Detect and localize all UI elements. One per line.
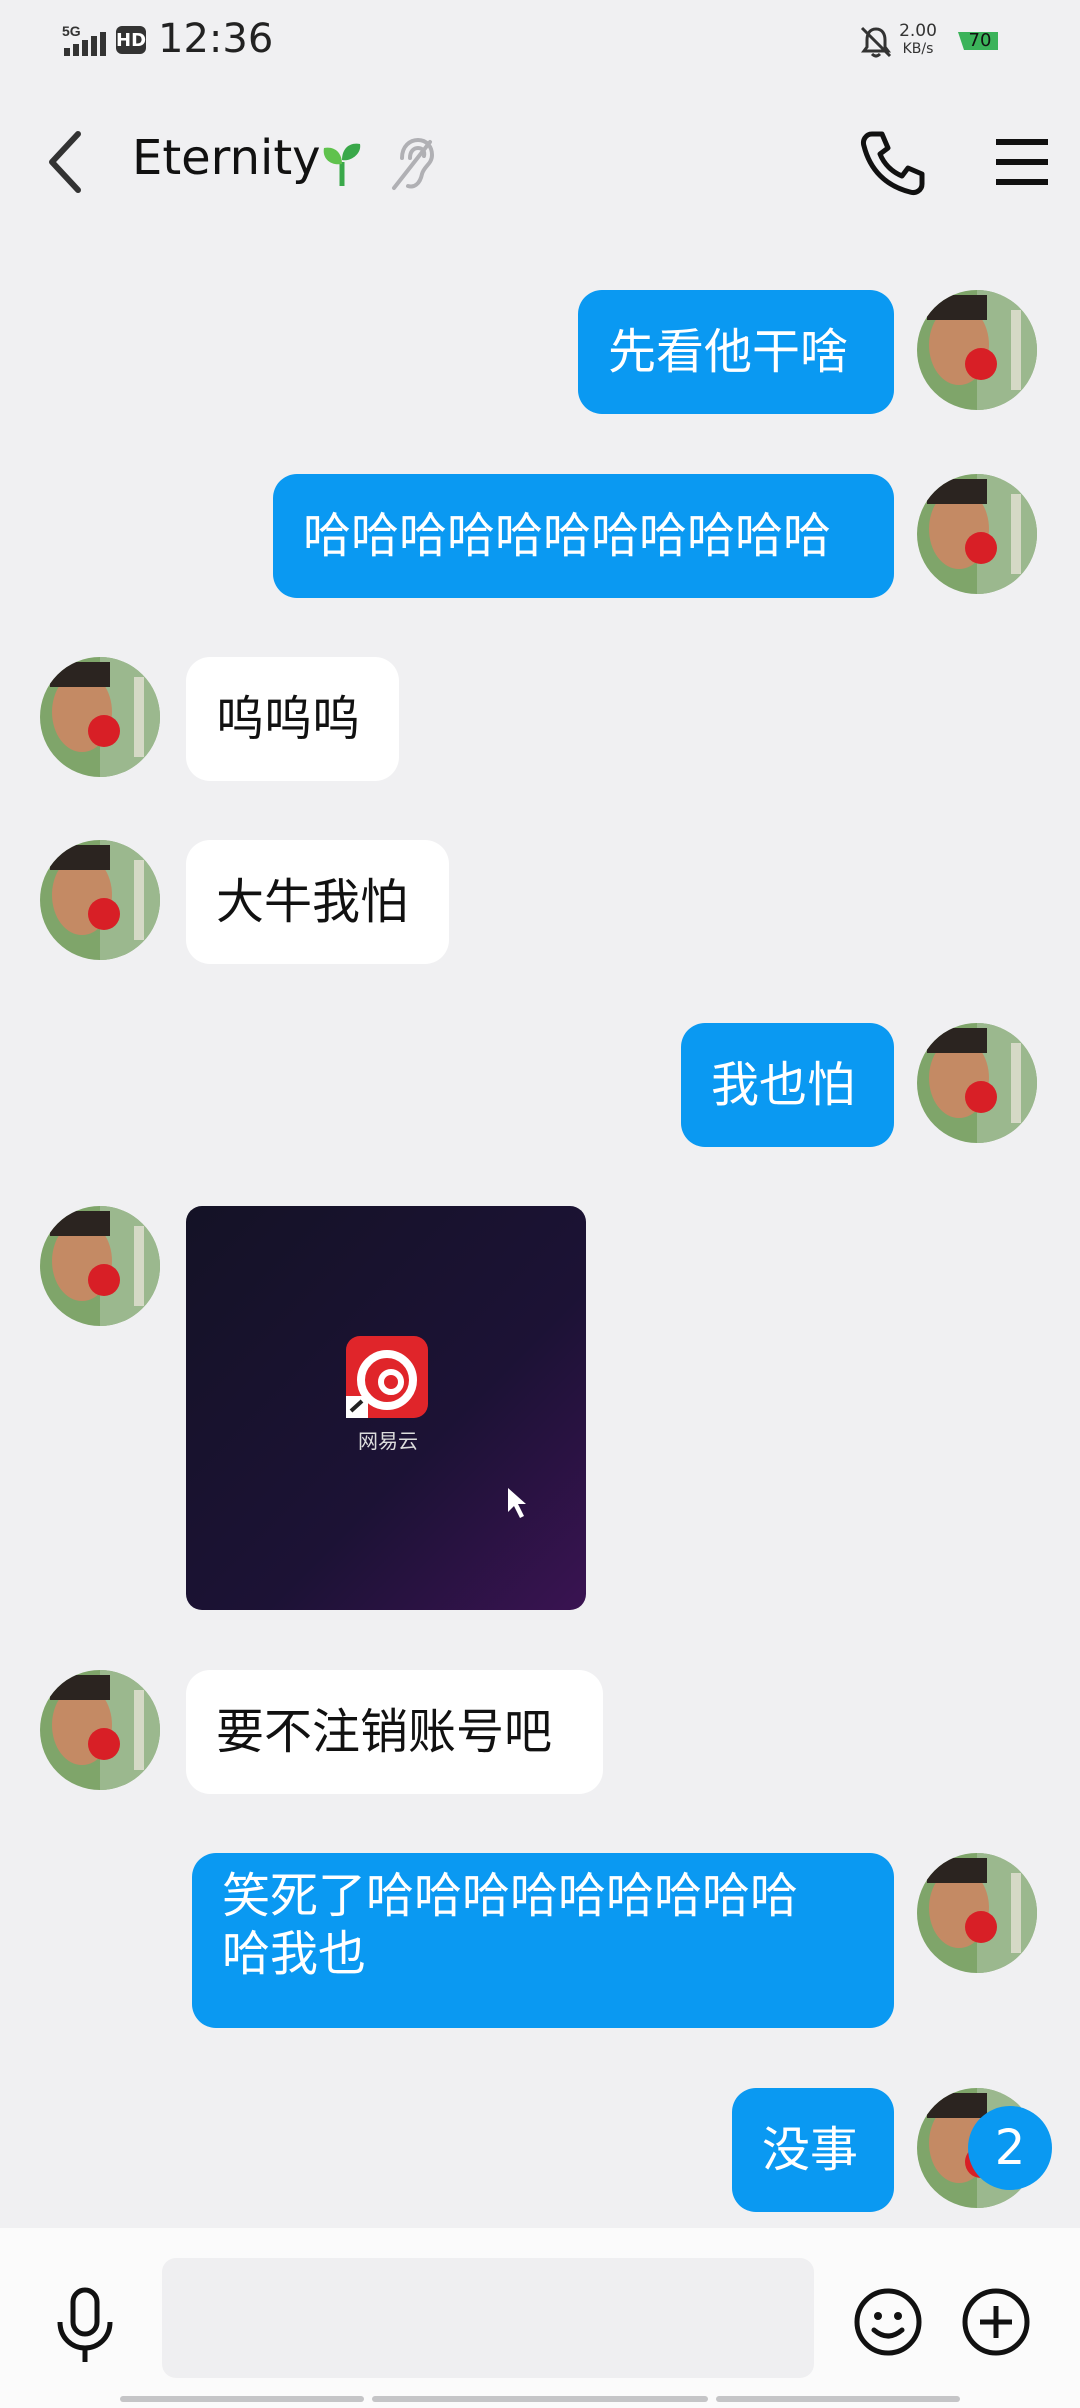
avatar[interactable] (917, 1853, 1037, 1973)
signal-icon: 5G (62, 23, 106, 56)
nav-gesture-bar (372, 2396, 708, 2402)
message-text: 我也怕 (711, 1057, 856, 1113)
message-text: 先看他干啥 (608, 324, 849, 380)
message-bubble[interactable]: 先看他干啥 (578, 290, 894, 414)
message-text: 要不注销账号吧 (216, 1704, 553, 1760)
message-text: 大牛我怕 (216, 874, 409, 930)
avatar[interactable] (40, 1206, 160, 1326)
nav-gesture-bar (120, 2396, 364, 2402)
message-text: 没事 (762, 2122, 859, 2178)
status-bar: 5G HD 12:36 2.00 KB/s 70 (0, 0, 1080, 80)
speed-unit: KB/s (902, 41, 934, 57)
message-bubble[interactable]: 呜呜呜 (186, 657, 399, 781)
avatar[interactable] (40, 840, 160, 960)
menu-icon[interactable] (990, 130, 1054, 194)
nav-gesture-bar (716, 2396, 960, 2402)
speed-value: 2.00 (899, 21, 937, 41)
avatar[interactable] (40, 657, 160, 777)
sprout-icon (323, 143, 361, 186)
plus-icon[interactable] (960, 2286, 1032, 2358)
message-bubble[interactable]: 笑死了哈哈哈哈哈哈哈哈哈哈我也 (192, 1853, 894, 2028)
avatar[interactable] (917, 290, 1037, 410)
emoji-icon[interactable] (852, 2286, 924, 2358)
mute-bell-icon (860, 26, 892, 58)
clock: 12:36 (158, 16, 274, 62)
message-bubble[interactable]: 没事 (732, 2088, 894, 2212)
message-bubble[interactable]: 哈哈哈哈哈哈哈哈哈哈哈 (273, 474, 894, 598)
phone-call-icon[interactable] (858, 128, 928, 198)
avatar[interactable] (917, 1023, 1037, 1143)
svg-text:5G: 5G (62, 23, 81, 39)
back-chevron-icon[interactable] (40, 122, 96, 202)
battery-level: 70 (968, 30, 992, 51)
hd-badge: HD (116, 26, 146, 54)
message-bubble[interactable]: 我也怕 (681, 1023, 894, 1147)
unread-count-badge[interactable]: 2 (968, 2106, 1052, 2190)
input-bar (0, 2228, 1080, 2408)
chat-header: Eternity (0, 100, 1080, 225)
ear-icon[interactable] (390, 136, 436, 192)
message-bubble[interactable]: 大牛我怕 (186, 840, 449, 964)
avatar[interactable] (917, 474, 1037, 594)
network-speed: 2.00 KB/s (896, 22, 940, 58)
chat-title[interactable]: Eternity (132, 130, 321, 186)
app-icon-caption: 网易云 (358, 1429, 418, 1453)
message-text: 呜呜呜 (216, 691, 361, 747)
avatar[interactable] (40, 1670, 160, 1790)
message-bubble[interactable]: 要不注销账号吧 (186, 1670, 603, 1794)
message-text: 笑死了哈哈哈哈哈哈哈哈哈哈我也 (222, 1868, 799, 1982)
message-text: 哈哈哈哈哈哈哈哈哈哈哈 (303, 508, 832, 564)
microphone-icon[interactable] (50, 2286, 120, 2366)
message-input[interactable] (162, 2258, 814, 2378)
image-message[interactable]: 网易云 (186, 1206, 586, 1610)
